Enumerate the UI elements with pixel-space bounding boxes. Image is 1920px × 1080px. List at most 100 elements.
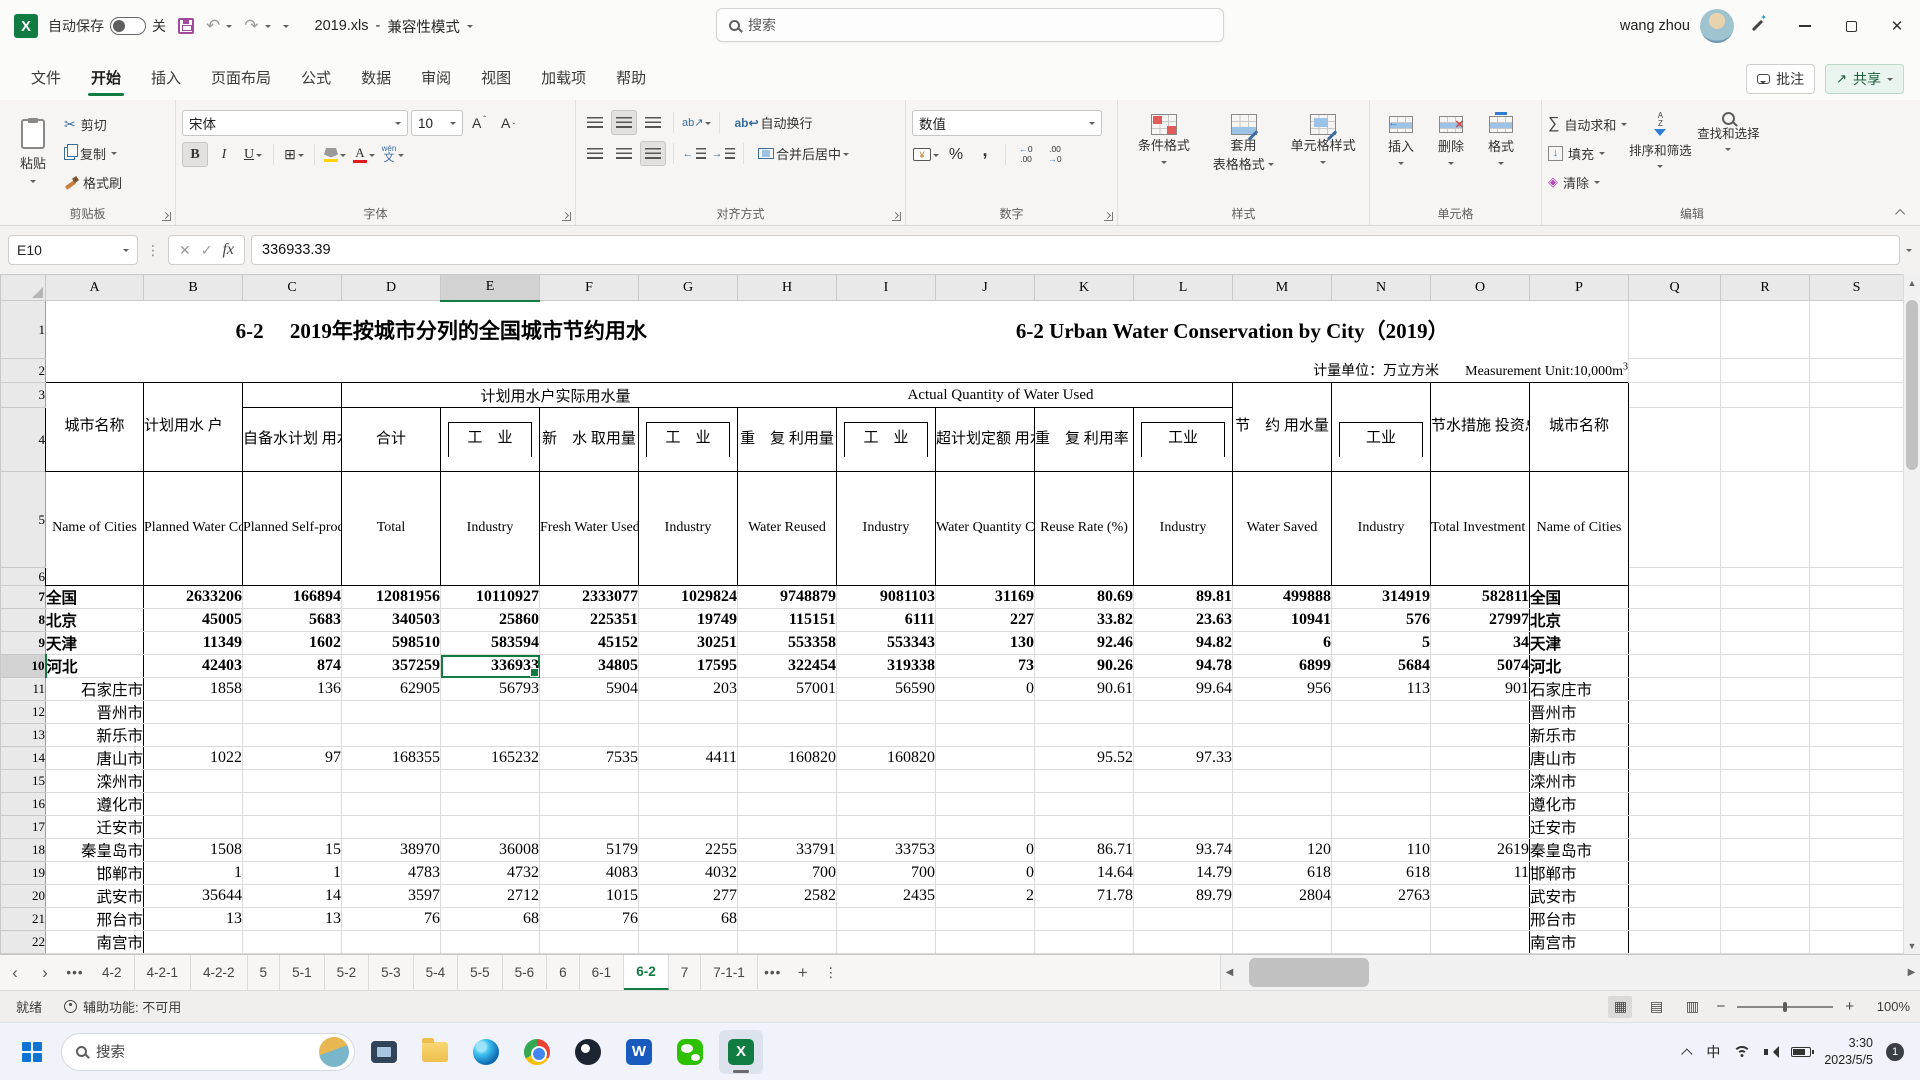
cell-I9[interactable]: 553343 — [837, 632, 936, 655]
cell-C19[interactable]: 1 — [243, 862, 342, 885]
cell-D10[interactable]: 357259 — [342, 655, 441, 678]
cell-H19[interactable]: 700 — [738, 862, 837, 885]
sheet-tab-5-3[interactable]: 5-3 — [369, 955, 414, 990]
cell-R11[interactable] — [1721, 678, 1810, 701]
cell-H23[interactable] — [738, 954, 837, 955]
cell-P17[interactable]: 迁安市 — [1530, 816, 1629, 839]
cell-K23[interactable] — [1035, 954, 1134, 955]
cell-B23[interactable] — [144, 954, 243, 955]
cell-J19[interactable]: 0 — [936, 862, 1035, 885]
qat-customize-button[interactable] — [283, 21, 289, 31]
cell-B8[interactable]: 45005 — [144, 609, 243, 632]
cell-O17[interactable] — [1431, 816, 1530, 839]
number-format-combobox[interactable]: 数值 — [912, 110, 1102, 136]
bold-button[interactable]: B — [182, 142, 208, 167]
cell-L11[interactable]: 99.64 — [1134, 678, 1233, 701]
column-header-B[interactable]: B — [144, 275, 243, 301]
wifi-icon[interactable] — [1733, 1046, 1751, 1058]
sheet-tab-5[interactable]: 5 — [248, 955, 281, 990]
cell-A19[interactable]: 邯郸市 — [46, 862, 144, 885]
cell-S11[interactable] — [1810, 678, 1904, 701]
cell-K22[interactable] — [1035, 931, 1134, 954]
clock[interactable]: 3:30 2023/5/5 — [1824, 1035, 1873, 1069]
cell-L7[interactable]: 89.81 — [1134, 586, 1233, 609]
column-header-L[interactable]: L — [1134, 275, 1233, 301]
header-cn-E[interactable]: 工 业 — [441, 408, 540, 472]
cell-Q22[interactable] — [1629, 931, 1721, 954]
cell-Q9[interactable] — [1629, 632, 1721, 655]
cell-M22[interactable] — [1233, 931, 1332, 954]
cell-E18[interactable]: 36008 — [441, 839, 540, 862]
cell-F16[interactable] — [540, 793, 639, 816]
cell-A17[interactable]: 迁安市 — [46, 816, 144, 839]
column-header-Q[interactable]: Q — [1629, 275, 1721, 301]
cell-F19[interactable]: 4083 — [540, 862, 639, 885]
cell-N8[interactable]: 576 — [1332, 609, 1431, 632]
sheet-tab-7-1-1[interactable]: 7-1-1 — [701, 955, 758, 990]
cell-L16[interactable] — [1134, 793, 1233, 816]
decrease-font-button[interactable]: Aˇ — [495, 111, 521, 136]
cell-O20[interactable] — [1431, 885, 1530, 908]
cell-B14[interactable]: 1022 — [144, 747, 243, 770]
cell-G10[interactable]: 17595 — [639, 655, 738, 678]
sheet-tabs-overflow-left[interactable]: ••• — [60, 955, 90, 990]
cell-R21[interactable] — [1721, 908, 1810, 931]
cell-M17[interactable] — [1233, 816, 1332, 839]
row-header-20[interactable]: 20 — [1, 885, 46, 908]
cell-I22[interactable] — [837, 931, 936, 954]
cell-E23[interactable] — [441, 954, 540, 955]
cell-B9[interactable]: 11349 — [144, 632, 243, 655]
fill-color-button[interactable] — [322, 142, 348, 167]
cell-B13[interactable] — [144, 724, 243, 747]
cell-J15[interactable] — [936, 770, 1035, 793]
cell-Q8[interactable] — [1629, 609, 1721, 632]
cell-G7[interactable]: 1029824 — [639, 586, 738, 609]
insert-function-icon[interactable]: fx — [222, 241, 234, 259]
cell-Q20[interactable] — [1629, 885, 1721, 908]
column-header-D[interactable]: D — [342, 275, 441, 301]
cell-S10[interactable] — [1810, 655, 1904, 678]
sheet-nav-left-icon[interactable]: ‹ — [0, 955, 30, 990]
cell-A22[interactable]: 南宫市 — [46, 931, 144, 954]
cell-S23[interactable] — [1810, 954, 1904, 955]
start-button[interactable] — [10, 1030, 54, 1074]
row-header-17[interactable]: 17 — [1, 816, 46, 839]
ribbon-tab-文件[interactable]: 文件 — [16, 62, 76, 100]
header-gap-N[interactable] — [1332, 383, 1431, 408]
comma-style-button[interactable]: , — [972, 142, 998, 167]
column-header-R[interactable]: R — [1721, 275, 1810, 301]
cell-M23[interactable] — [1233, 954, 1332, 955]
cell-M12[interactable] — [1233, 701, 1332, 724]
cell-K10[interactable]: 90.26 — [1035, 655, 1134, 678]
row-header-23[interactable]: 23 — [1, 954, 46, 955]
cell-N14[interactable] — [1332, 747, 1431, 770]
row-header-14[interactable]: 14 — [1, 747, 46, 770]
cell-D14[interactable]: 168355 — [342, 747, 441, 770]
cell-J16[interactable] — [936, 793, 1035, 816]
cell-O7[interactable]: 582811 — [1431, 586, 1530, 609]
increase-indent-button[interactable]: → — [710, 141, 736, 166]
cell-Q17[interactable] — [1629, 816, 1721, 839]
row-header-13[interactable]: 13 — [1, 724, 46, 747]
decrease-decimal-button[interactable]: .00→0 — [1042, 142, 1068, 167]
cell-R19[interactable] — [1721, 862, 1810, 885]
column-header-K[interactable]: K — [1035, 275, 1134, 301]
cell-Q14[interactable] — [1629, 747, 1721, 770]
ribbon-tab-页面布局[interactable]: 页面布局 — [196, 62, 286, 100]
header-cn-L[interactable]: 工业 — [1134, 408, 1233, 472]
header-cn-A[interactable]: 城市名称 — [46, 383, 144, 472]
cell-Q2[interactable] — [1629, 359, 1721, 383]
cell-E17[interactable] — [441, 816, 540, 839]
cell-H20[interactable]: 2582 — [738, 885, 837, 908]
header-en-D[interactable]: Total — [342, 472, 441, 586]
cell-G20[interactable]: 277 — [639, 885, 738, 908]
cell-K8[interactable]: 33.82 — [1035, 609, 1134, 632]
taskbar-app-darkapp[interactable] — [362, 1030, 406, 1074]
cell-P22[interactable]: 南宫市 — [1530, 931, 1629, 954]
font-dialog-launcher[interactable] — [562, 212, 571, 221]
cell-J8[interactable]: 227 — [936, 609, 1035, 632]
cell-A7[interactable]: 全国 — [46, 586, 144, 609]
cell-N16[interactable] — [1332, 793, 1431, 816]
header-cn-C[interactable]: 自备水计划 用水户数 — [243, 408, 342, 472]
cell-H9[interactable]: 553358 — [738, 632, 837, 655]
